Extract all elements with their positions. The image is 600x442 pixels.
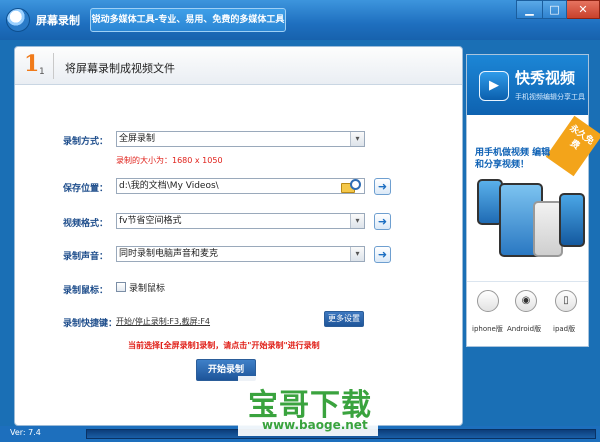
- settings-panel: 1 1 将屏幕录制成视频文件 录制方式： 全屏录制 ▾ 录制的大小为：1680 …: [14, 46, 463, 426]
- audio-select[interactable]: 同时录制电脑声音和麦克 ▾: [116, 246, 365, 262]
- video-camera-icon: ▶: [479, 71, 509, 101]
- record-mouse-checkbox-label[interactable]: 录制鼠标: [129, 281, 165, 294]
- apple-icon[interactable]: [477, 290, 499, 312]
- close-button[interactable]: ✕: [567, 0, 600, 19]
- step-title: 将屏幕录制成视频文件: [65, 62, 175, 75]
- mode-select-value: 全屏录制: [119, 134, 156, 144]
- slogan-banner: 锐动多媒体工具-专业、易用、免费的多媒体工具: [90, 8, 286, 32]
- step-header: 1 1 将屏幕录制成视频文件: [15, 47, 462, 85]
- android-icon[interactable]: ◉: [515, 290, 537, 312]
- save-location-label: 保存位置：: [63, 184, 109, 194]
- app-logo-icon: [6, 8, 30, 32]
- window-title: 屏幕录制: [36, 14, 80, 27]
- step-number: 1: [24, 51, 40, 77]
- promo-brand: 快秀视频: [515, 69, 576, 87]
- more-settings-button[interactable]: 更多设置: [324, 311, 364, 327]
- audio-label: 录制声音：: [63, 252, 109, 262]
- platform-list: iphone版 ◉ Android版 ▯ ipad版: [467, 281, 588, 347]
- chevron-down-icon[interactable]: ▾: [350, 214, 364, 228]
- hotkey-label: 录制快捷键：: [63, 319, 118, 329]
- save-location-value: d:\我的文档\My Videos\: [119, 181, 219, 191]
- record-mouse-checkbox[interactable]: [116, 282, 126, 292]
- save-location-go-button[interactable]: ➜: [374, 178, 391, 195]
- format-label: 视频格式：: [63, 219, 109, 229]
- step-sub-number: 1: [39, 67, 45, 77]
- promo-panel[interactable]: ▶ 快秀视频 手机视频编辑分享工具 永久免费 用手机做视频 编辑和分享视频！ i…: [466, 54, 600, 347]
- format-select[interactable]: fv节省空间格式 ▾: [116, 213, 365, 229]
- platform-label-ipad[interactable]: ipad版: [553, 324, 575, 334]
- selection-hint: 当前选择[全屏录制]录制，请点击"开始录制"进行录制: [128, 341, 320, 350]
- maximize-button[interactable]: □: [543, 0, 567, 19]
- audio-select-value: 同时录制电脑声音和麦克: [119, 249, 219, 259]
- version-label: Ver: 7.4: [10, 428, 41, 437]
- chevron-down-icon[interactable]: ▾: [350, 247, 364, 261]
- mode-label: 录制方式：: [63, 137, 109, 147]
- search-icon[interactable]: [350, 179, 361, 190]
- mouse-label: 录制鼠标：: [63, 286, 109, 296]
- title-bar: 屏幕录制 锐动多媒体工具-专业、易用、免费的多媒体工具 ▁ □ ✕: [0, 0, 600, 40]
- ipad-icon[interactable]: ▯: [555, 290, 577, 312]
- watermark-url: www.baoge.net: [262, 418, 368, 432]
- format-select-value: fv节省空间格式: [119, 216, 182, 226]
- audio-go-button[interactable]: ➜: [374, 246, 391, 263]
- phone-right-image: [559, 193, 585, 247]
- promo-text: 用手机做视频 编辑和分享视频！: [475, 148, 551, 170]
- platform-label-android[interactable]: Android版: [507, 324, 541, 334]
- record-size-note: 录制的大小为：1680 x 1050: [116, 156, 223, 165]
- step-divider: [53, 53, 54, 79]
- save-location-field[interactable]: d:\我的文档\My Videos\: [116, 178, 365, 194]
- minimize-button[interactable]: ▁: [516, 0, 543, 19]
- format-go-button[interactable]: ➜: [374, 213, 391, 230]
- promo-header: ▶ 快秀视频 手机视频编辑分享工具: [467, 55, 588, 115]
- hotkey-link[interactable]: 开始/停止录制:F3,截屏:F4: [116, 316, 210, 327]
- promo-tagline: 手机视频编辑分享工具: [515, 93, 585, 101]
- mode-select[interactable]: 全屏录制 ▾: [116, 131, 365, 147]
- platform-label-iphone[interactable]: iphone版: [472, 324, 503, 334]
- chevron-down-icon[interactable]: ▾: [350, 132, 364, 146]
